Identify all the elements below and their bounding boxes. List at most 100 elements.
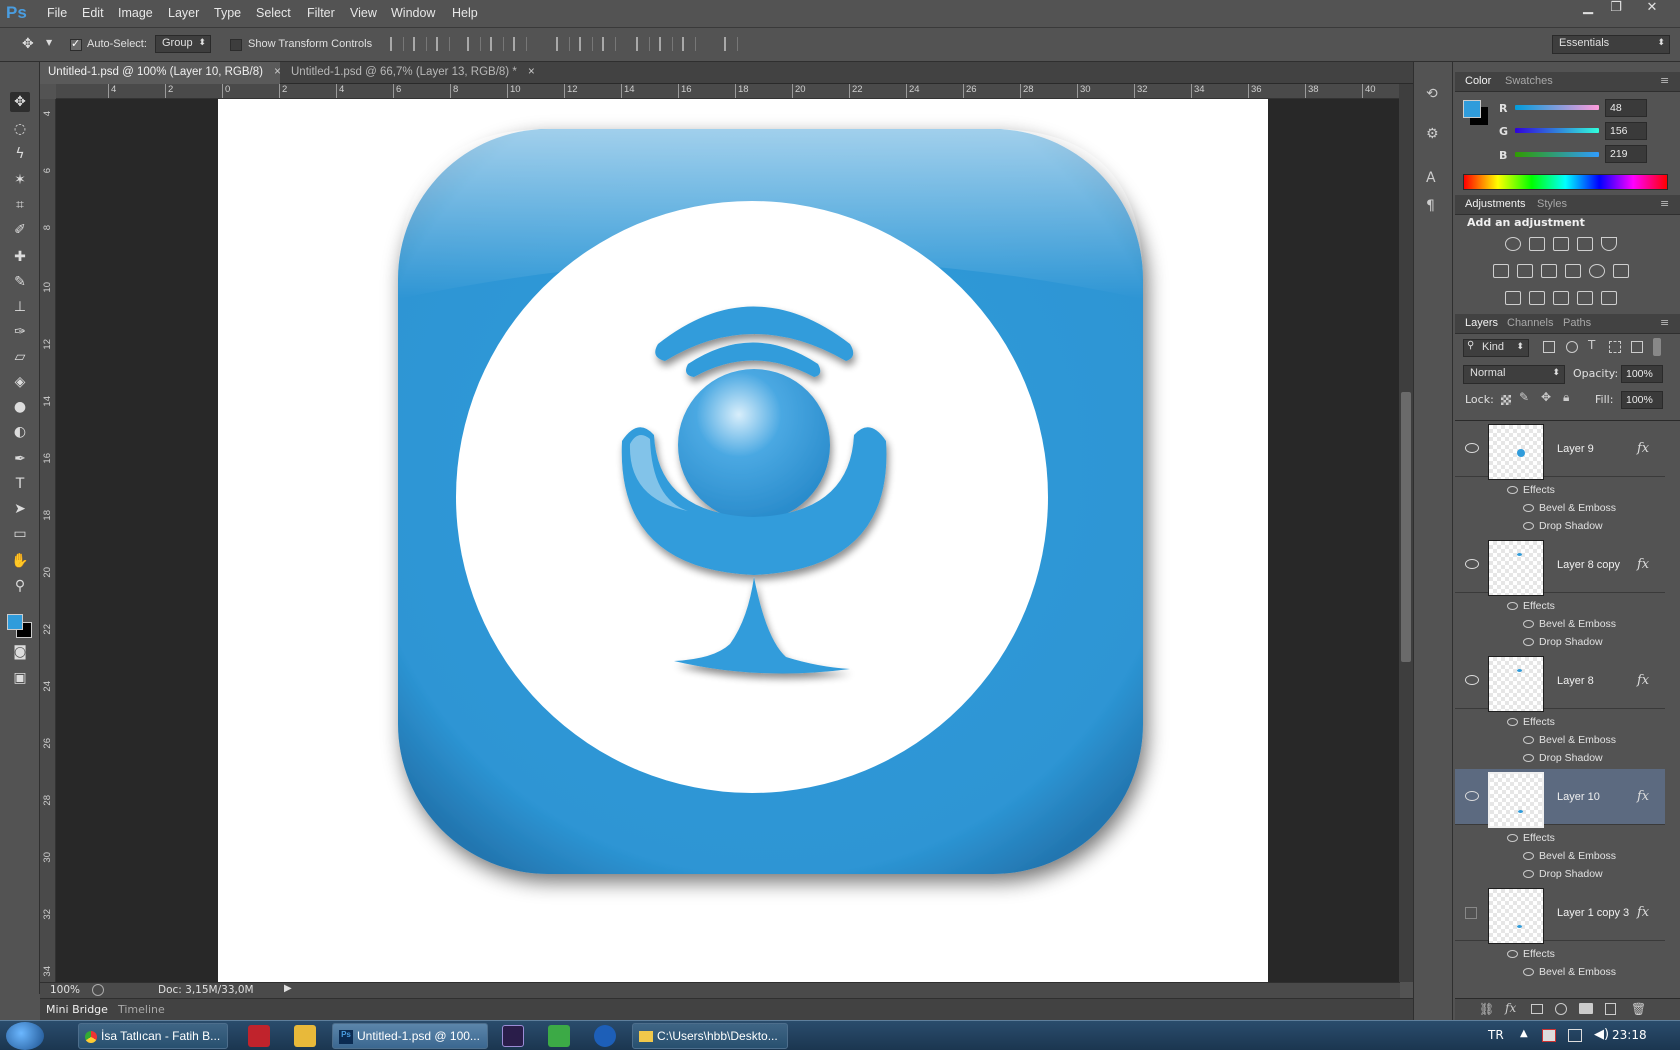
restore-icon[interactable]: ❐ — [1604, 0, 1628, 18]
invert-icon[interactable] — [1505, 291, 1521, 305]
layer-effect-item[interactable]: Drop Shadow — [1455, 865, 1665, 884]
layer-row[interactable]: Layer 8 fx — [1455, 653, 1665, 712]
levels-icon[interactable] — [1529, 237, 1545, 251]
network-icon[interactable] — [1568, 1029, 1582, 1042]
menu-filter[interactable]: Filter — [307, 6, 335, 20]
new-group-icon[interactable] — [1579, 1003, 1593, 1014]
layer-fx-icon[interactable]: fx — [1637, 789, 1649, 804]
tray-expand-icon[interactable]: ▲ — [1520, 1028, 1528, 1039]
layer-fx-icon[interactable]: fx — [1637, 673, 1649, 688]
history-brush-icon[interactable]: ✑ — [10, 322, 30, 342]
history-icon[interactable]: ⟲ — [1426, 86, 1438, 102]
show-transform-checkbox[interactable] — [230, 39, 242, 51]
filter-adjustment-icon[interactable] — [1566, 341, 1578, 353]
download-manager-icon[interactable] — [248, 1025, 270, 1047]
zoom-tool-icon[interactable]: ⚲ — [10, 576, 30, 596]
lock-all-icon[interactable]: 🔒︎ — [1563, 390, 1569, 405]
layer-row[interactable]: Layer 10 fx — [1455, 769, 1665, 828]
black-white-icon[interactable] — [1541, 264, 1557, 278]
volume-icon[interactable]: ◀) — [1594, 1027, 1609, 1042]
channel-mixer-icon[interactable] — [1589, 264, 1605, 278]
move-tool-icon[interactable]: ✥ — [10, 92, 30, 112]
hand-tool-icon[interactable]: ✋ — [10, 551, 30, 571]
paint-bucket-icon[interactable]: ◈ — [10, 372, 30, 392]
menu-file[interactable]: File — [47, 6, 67, 20]
language-indicator[interactable]: TR — [1488, 1028, 1504, 1042]
align-hcenter-icon[interactable] — [490, 37, 504, 51]
layer-effect-item[interactable]: Drop Shadow — [1455, 749, 1665, 768]
selective-color-icon[interactable] — [1577, 291, 1593, 305]
filter-smart-object-icon[interactable] — [1631, 341, 1643, 353]
tab-untitled-layer-13[interactable]: Untitled-1.psd @ 66,7% (Layer 13, RGB/8)… — [283, 62, 535, 84]
panel-menu-icon[interactable]: ≡ — [1660, 197, 1669, 210]
filter-pixel-icon[interactable] — [1543, 341, 1555, 353]
status-menu-arrow-icon[interactable]: ▶ — [284, 983, 292, 994]
eye-icon[interactable] — [1523, 870, 1534, 878]
layer-fx-icon[interactable]: fx — [1637, 441, 1649, 456]
color-spectrum-ramp[interactable] — [1463, 174, 1668, 190]
add-style-icon[interactable]: fx — [1505, 1001, 1516, 1015]
threshold-icon[interactable] — [1553, 291, 1569, 305]
character-icon[interactable]: A — [1426, 170, 1436, 186]
brightness-contrast-icon[interactable] — [1505, 237, 1521, 251]
align-top-icon[interactable] — [390, 37, 404, 51]
close-tab-icon[interactable]: × — [274, 66, 281, 78]
eye-icon[interactable] — [1465, 559, 1479, 569]
filter-toggle-switch[interactable] — [1653, 338, 1661, 356]
tab-paths[interactable]: Paths — [1563, 317, 1591, 329]
photo-filter-icon[interactable] — [1565, 264, 1581, 278]
start-button-icon[interactable] — [6, 1022, 44, 1050]
opacity-field[interactable]: 100% — [1621, 365, 1663, 383]
channel-b-slider[interactable] — [1515, 152, 1599, 157]
eye-icon[interactable] — [1465, 675, 1479, 685]
auto-select-dropdown[interactable]: Group — [155, 35, 211, 53]
filter-type-icon[interactable]: T — [1588, 338, 1595, 352]
eye-icon[interactable] — [1523, 754, 1534, 762]
magic-wand-icon[interactable]: ✶ — [10, 170, 30, 190]
channel-r-slider[interactable] — [1515, 105, 1599, 110]
eye-icon[interactable] — [1507, 602, 1518, 610]
eye-icon[interactable] — [1523, 620, 1534, 628]
path-select-icon[interactable]: ➤ — [10, 499, 30, 519]
channel-b-field[interactable]: 219 — [1605, 145, 1647, 163]
link-layers-icon[interactable]: ⛓ — [1479, 1002, 1494, 1016]
healing-brush-icon[interactable]: ✚ — [10, 247, 30, 267]
vertical-scroll-thumb[interactable] — [1401, 392, 1411, 662]
layer-effect-item[interactable]: Bevel & Emboss — [1455, 847, 1665, 866]
tab-mini-bridge[interactable]: Mini Bridge — [46, 1003, 108, 1016]
camtasia-icon[interactable] — [548, 1025, 570, 1047]
quick-mask-icon[interactable]: ◙ — [10, 642, 30, 662]
teamviewer-icon[interactable] — [594, 1025, 616, 1047]
layer-effects-row[interactable]: Effects — [1455, 713, 1665, 732]
align-left-icon[interactable] — [467, 37, 481, 51]
layer-row[interactable]: Layer 9 fx — [1455, 421, 1665, 480]
visibility-off-icon[interactable] — [1465, 907, 1477, 919]
layer-effect-item[interactable]: Bevel & Emboss — [1455, 615, 1665, 634]
layer-fx-icon[interactable]: fx — [1637, 905, 1649, 920]
pen-tool-icon[interactable]: ✒ — [10, 449, 30, 469]
action-center-icon[interactable] — [1542, 1029, 1556, 1042]
workspace-dropdown[interactable]: Essentials — [1552, 35, 1670, 54]
eye-icon[interactable] — [1523, 504, 1534, 512]
layer-name[interactable]: Layer 9 — [1557, 443, 1594, 455]
gradient-map-icon[interactable] — [1601, 291, 1617, 305]
panel-menu-icon[interactable]: ≡ — [1660, 74, 1669, 87]
menu-edit[interactable]: Edit — [82, 6, 104, 20]
blur-tool-icon[interactable]: ● — [10, 397, 30, 417]
eye-icon[interactable] — [1523, 852, 1534, 860]
layer-effect-item[interactable]: Bevel & Emboss — [1455, 731, 1665, 750]
fill-field[interactable]: 100% — [1621, 391, 1663, 409]
layer-effect-item[interactable]: Bevel & Emboss — [1455, 499, 1665, 518]
distribute-bottom-icon[interactable] — [602, 37, 616, 51]
channel-r-field[interactable]: 48 — [1605, 99, 1647, 117]
align-right-icon[interactable] — [513, 37, 527, 51]
after-effects-icon[interactable] — [502, 1025, 524, 1047]
color-fg-swatch[interactable] — [1463, 100, 1481, 118]
posterize-icon[interactable] — [1529, 291, 1545, 305]
align-bottom-icon[interactable] — [436, 37, 450, 51]
clock[interactable]: 23:18 — [1612, 1028, 1647, 1042]
layer-fx-icon[interactable]: fx — [1637, 557, 1649, 572]
filter-shape-icon[interactable] — [1609, 341, 1621, 353]
screen-mode-icon[interactable]: ▣ — [10, 668, 30, 688]
layer-effects-row[interactable]: Effects — [1455, 481, 1665, 500]
